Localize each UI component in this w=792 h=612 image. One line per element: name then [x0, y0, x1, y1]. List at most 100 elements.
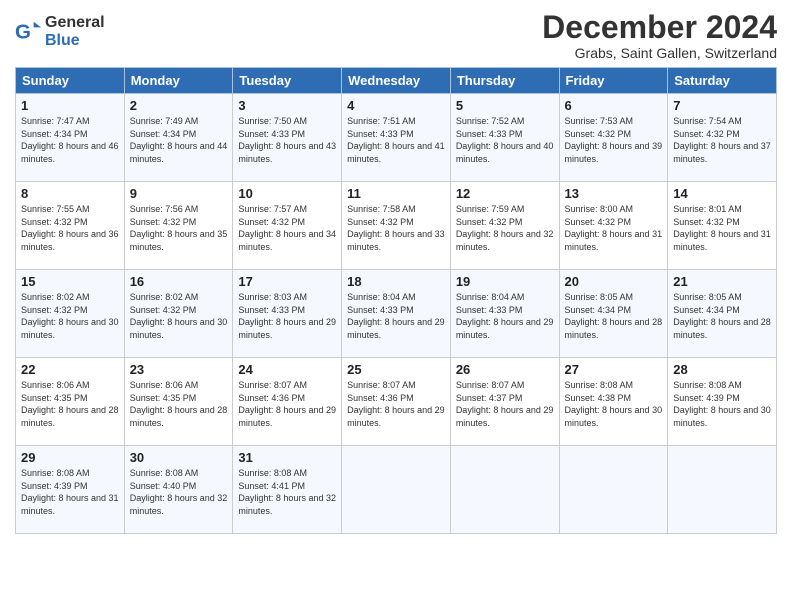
logo-icon: G: [15, 18, 43, 46]
day-detail: Sunrise: 7:50 AMSunset: 4:33 PMDaylight:…: [238, 116, 336, 164]
calendar-day-cell: [450, 446, 559, 534]
day-number: 16: [130, 274, 228, 289]
calendar-day-cell: 15Sunrise: 8:02 AMSunset: 4:32 PMDayligh…: [16, 270, 125, 358]
day-number: 18: [347, 274, 445, 289]
calendar-day-cell: 28 Sunrise: 8:08 AMSunset: 4:39 PMDayligh…: [668, 358, 777, 446]
calendar-day-cell: 13 Sunrise: 8:00 AMSunset: 4:32 PMDayligh…: [559, 182, 668, 270]
day-number: 11: [347, 186, 445, 201]
calendar-day-cell: 22 Sunrise: 8:06 AMSunset: 4:35 PMDayligh…: [16, 358, 125, 446]
calendar-week-row: 15Sunrise: 8:02 AMSunset: 4:32 PMDayligh…: [16, 270, 777, 358]
calendar-day-cell: 17Sunrise: 8:03 AMSunset: 4:33 PMDayligh…: [233, 270, 342, 358]
day-number: 19: [456, 274, 554, 289]
calendar-day-cell: 30 Sunrise: 8:08 AMSunset: 4:40 PMDayligh…: [124, 446, 233, 534]
day-number: 26: [456, 362, 554, 377]
calendar-week-row: 1Sunrise: 7:47 AMSunset: 4:34 PMDaylight…: [16, 94, 777, 182]
day-detail: Sunrise: 8:08 AMSunset: 4:40 PMDaylight:…: [130, 468, 228, 516]
calendar-day-cell: 2Sunrise: 7:49 AMSunset: 4:34 PMDaylight…: [124, 94, 233, 182]
calendar-day-cell: 25 Sunrise: 8:07 AMSunset: 4:36 PMDayligh…: [342, 358, 451, 446]
calendar-week-row: 22 Sunrise: 8:06 AMSunset: 4:35 PMDayligh…: [16, 358, 777, 446]
day-detail: Sunrise: 8:06 AMSunset: 4:35 PMDaylight:…: [21, 380, 119, 428]
day-detail: Sunrise: 7:49 AMSunset: 4:34 PMDaylight:…: [130, 116, 228, 164]
calendar-body: 1Sunrise: 7:47 AMSunset: 4:34 PMDaylight…: [16, 94, 777, 534]
calendar-day-cell: 24 Sunrise: 8:07 AMSunset: 4:36 PMDayligh…: [233, 358, 342, 446]
weekday-header-cell: Saturday: [668, 68, 777, 94]
logo-text: General Blue: [45, 14, 105, 49]
day-number: 25: [347, 362, 445, 377]
calendar-day-cell: 21 Sunrise: 8:05 AMSunset: 4:34 PMDayligh…: [668, 270, 777, 358]
logo-general-label: General: [45, 14, 105, 32]
calendar-day-cell: [342, 446, 451, 534]
day-number: 5: [456, 98, 554, 113]
day-number: 20: [565, 274, 663, 289]
calendar-day-cell: 8 Sunrise: 7:55 AMSunset: 4:32 PMDaylight…: [16, 182, 125, 270]
day-number: 17: [238, 274, 336, 289]
day-detail: Sunrise: 8:05 AMSunset: 4:34 PMDaylight:…: [673, 292, 771, 340]
day-detail: Sunrise: 8:00 AMSunset: 4:32 PMDaylight:…: [565, 204, 663, 252]
month-title: December 2024: [542, 10, 777, 45]
day-number: 30: [130, 450, 228, 465]
day-detail: Sunrise: 8:02 AMSunset: 4:32 PMDaylight:…: [21, 292, 119, 340]
calendar-table: SundayMondayTuesdayWednesdayThursdayFrid…: [15, 67, 777, 534]
day-number: 8: [21, 186, 119, 201]
day-detail: Sunrise: 7:56 AMSunset: 4:32 PMDaylight:…: [130, 204, 228, 252]
day-detail: Sunrise: 7:57 AMSunset: 4:32 PMDaylight:…: [238, 204, 336, 252]
weekday-header-cell: Wednesday: [342, 68, 451, 94]
calendar-day-cell: 16 Sunrise: 8:02 AMSunset: 4:32 PMDayligh…: [124, 270, 233, 358]
day-detail: Sunrise: 7:59 AMSunset: 4:32 PMDaylight:…: [456, 204, 554, 252]
day-detail: Sunrise: 8:07 AMSunset: 4:36 PMDaylight:…: [238, 380, 336, 428]
calendar-day-cell: 27 Sunrise: 8:08 AMSunset: 4:38 PMDayligh…: [559, 358, 668, 446]
day-number: 4: [347, 98, 445, 113]
calendar-day-cell: 26Sunrise: 8:07 AMSunset: 4:37 PMDayligh…: [450, 358, 559, 446]
day-number: 31: [238, 450, 336, 465]
calendar-day-cell: 23 Sunrise: 8:06 AMSunset: 4:35 PMDayligh…: [124, 358, 233, 446]
day-detail: Sunrise: 8:08 AMSunset: 4:38 PMDaylight:…: [565, 380, 663, 428]
day-detail: Sunrise: 8:07 AMSunset: 4:36 PMDaylight:…: [347, 380, 445, 428]
calendar-day-cell: 19Sunrise: 8:04 AMSunset: 4:33 PMDayligh…: [450, 270, 559, 358]
calendar-day-cell: 10 Sunrise: 7:57 AMSunset: 4:32 PMDayligh…: [233, 182, 342, 270]
day-number: 9: [130, 186, 228, 201]
calendar-day-cell: [559, 446, 668, 534]
day-number: 13: [565, 186, 663, 201]
weekday-header-cell: Monday: [124, 68, 233, 94]
weekday-header-cell: Friday: [559, 68, 668, 94]
title-area: December 2024 Grabs, Saint Gallen, Switz…: [542, 10, 777, 61]
calendar-day-cell: 3 Sunrise: 7:50 AMSunset: 4:33 PMDaylight…: [233, 94, 342, 182]
calendar-day-cell: 14 Sunrise: 8:01 AMSunset: 4:32 PMDayligh…: [668, 182, 777, 270]
logo-blue-label: Blue: [45, 32, 105, 50]
day-number: 29: [21, 450, 119, 465]
day-detail: Sunrise: 7:55 AMSunset: 4:32 PMDaylight:…: [21, 204, 119, 252]
day-detail: Sunrise: 8:04 AMSunset: 4:33 PMDaylight:…: [347, 292, 445, 340]
calendar-week-row: 8 Sunrise: 7:55 AMSunset: 4:32 PMDaylight…: [16, 182, 777, 270]
weekday-header-cell: Sunday: [16, 68, 125, 94]
day-detail: Sunrise: 8:02 AMSunset: 4:32 PMDaylight:…: [130, 292, 228, 340]
day-number: 14: [673, 186, 771, 201]
weekday-header-cell: Thursday: [450, 68, 559, 94]
day-number: 10: [238, 186, 336, 201]
day-number: 23: [130, 362, 228, 377]
calendar-day-cell: 1Sunrise: 7:47 AMSunset: 4:34 PMDaylight…: [16, 94, 125, 182]
day-number: 28: [673, 362, 771, 377]
day-detail: Sunrise: 8:08 AMSunset: 4:39 PMDaylight:…: [673, 380, 771, 428]
calendar-week-row: 29 Sunrise: 8:08 AMSunset: 4:39 PMDayligh…: [16, 446, 777, 534]
day-number: 21: [673, 274, 771, 289]
calendar-day-cell: [668, 446, 777, 534]
calendar-day-cell: 5 Sunrise: 7:52 AMSunset: 4:33 PMDaylight…: [450, 94, 559, 182]
day-number: 27: [565, 362, 663, 377]
day-number: 24: [238, 362, 336, 377]
day-detail: Sunrise: 8:08 AMSunset: 4:39 PMDaylight:…: [21, 468, 119, 516]
day-detail: Sunrise: 8:01 AMSunset: 4:32 PMDaylight:…: [673, 204, 771, 252]
day-detail: Sunrise: 7:51 AMSunset: 4:33 PMDaylight:…: [347, 116, 445, 164]
day-number: 22: [21, 362, 119, 377]
day-number: 7: [673, 98, 771, 113]
day-detail: Sunrise: 7:47 AMSunset: 4:34 PMDaylight:…: [21, 116, 119, 164]
weekday-header-cell: Tuesday: [233, 68, 342, 94]
calendar-day-cell: 9 Sunrise: 7:56 AMSunset: 4:32 PMDaylight…: [124, 182, 233, 270]
day-number: 6: [565, 98, 663, 113]
day-number: 3: [238, 98, 336, 113]
calendar-day-cell: 29 Sunrise: 8:08 AMSunset: 4:39 PMDayligh…: [16, 446, 125, 534]
location-subtitle: Grabs, Saint Gallen, Switzerland: [542, 45, 777, 61]
calendar-day-cell: 11Sunrise: 7:58 AMSunset: 4:32 PMDayligh…: [342, 182, 451, 270]
day-detail: Sunrise: 7:52 AMSunset: 4:33 PMDaylight:…: [456, 116, 554, 164]
day-detail: Sunrise: 8:06 AMSunset: 4:35 PMDaylight:…: [130, 380, 228, 428]
header: G General Blue December 2024 Grabs, Sain…: [15, 10, 777, 61]
